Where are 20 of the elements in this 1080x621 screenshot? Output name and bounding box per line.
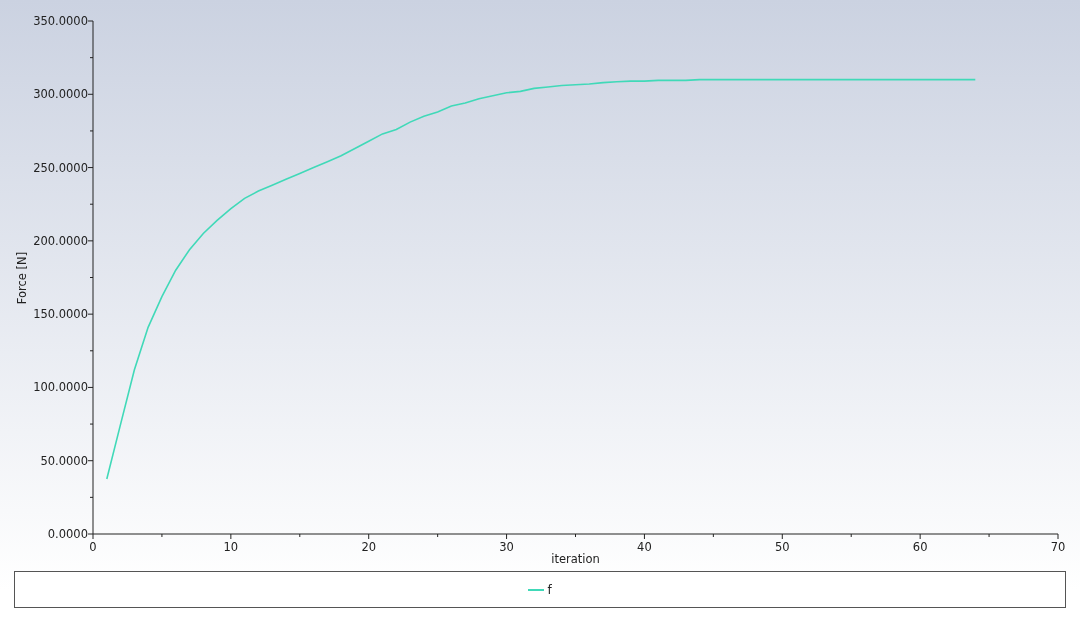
x-axis-title: iteration [551,552,600,566]
y-tick-label: 250.0000 [33,160,88,175]
legend-label: f [547,582,552,597]
y-tick-label: 50.0000 [40,453,88,468]
y-tick-label: 350.0000 [33,14,88,28]
x-tick-label: 30 [499,540,514,554]
x-tick-label: 60 [912,540,928,554]
y-tick-label: 0.0000 [47,527,88,541]
x-tick-label: 40 [637,540,652,554]
y-axis-title: Force [N] [15,251,29,305]
y-tick-label: 150.0000 [33,307,88,322]
x-tick-label: 20 [361,540,377,554]
y-tick-label: 100.0000 [33,380,88,395]
x-tick-label: 10 [223,540,239,554]
y-tick-label: 300.0000 [33,87,88,102]
x-tick-label: 0 [89,540,97,554]
legend-line-icon [528,588,545,591]
x-tick-label: 70 [1050,540,1066,554]
x-tick-label: 50 [774,540,790,554]
y-tick-label: 200.0000 [33,233,88,248]
